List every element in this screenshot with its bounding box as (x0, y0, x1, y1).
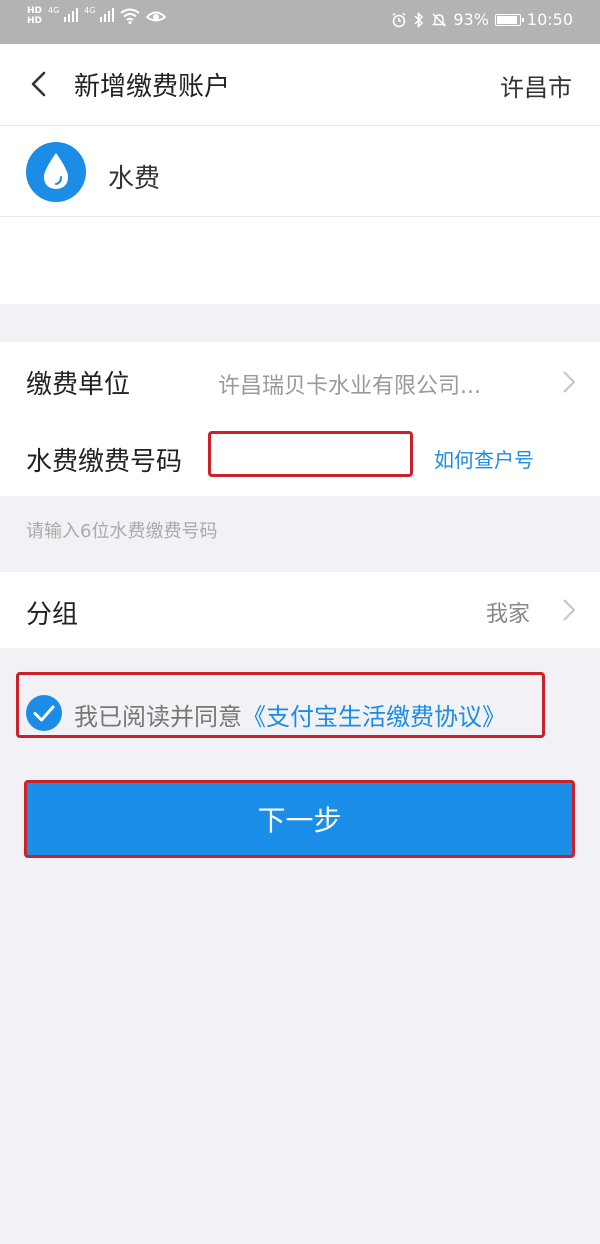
back-icon[interactable] (26, 70, 54, 98)
account-number-input[interactable] (208, 431, 413, 477)
number-label: 水费缴费号码 (26, 447, 183, 477)
next-button[interactable]: 下一步 (24, 780, 575, 858)
clock: 10:50 (526, 10, 573, 29)
service-name: 水费 (108, 164, 161, 194)
signal-icon-2: 4G (84, 6, 115, 26)
bluetooth-icon (414, 11, 424, 28)
agreement-label: 我已阅读并同意 (74, 703, 242, 731)
wifi-icon (120, 8, 140, 24)
battery-icon (494, 13, 524, 26)
agreement-link[interactable]: 《支付宝生活缴费协议》 (242, 703, 506, 731)
unit-value[interactable]: 许昌瑞贝卡水业有限公司... (218, 368, 481, 400)
how-to-find-account-link[interactable]: 如何查户号 (434, 444, 534, 473)
signal-icon-1: 4G (48, 6, 79, 26)
chevron-right-icon[interactable] (562, 370, 576, 394)
payment-form: 缴费单位 许昌瑞贝卡水业有限公司... 水费缴费号码 如何查户号 (0, 342, 600, 496)
hd-icon: HD HD (27, 6, 43, 26)
group-value: 我家 (486, 602, 531, 627)
battery-percent: 93% (453, 10, 489, 29)
status-right: 93% 10:50 (391, 10, 573, 29)
mute-icon (432, 12, 447, 27)
service-header: 水费 (0, 126, 600, 304)
eye-icon (146, 11, 167, 22)
agreement-text: 我已阅读并同意《支付宝生活缴费协议》 (74, 697, 506, 732)
city-selector[interactable]: 许昌市 (500, 68, 572, 103)
water-drop-icon (26, 142, 86, 202)
divider (0, 216, 600, 217)
status-bar: HD HD 4G 4G 93% 10:50 (0, 0, 600, 44)
status-left: HD HD 4G 4G (27, 6, 167, 26)
unit-label: 缴费单位 (26, 370, 131, 400)
group-row[interactable]: 分组 我家 (0, 572, 600, 648)
chevron-right-icon (563, 599, 576, 621)
nav-bar: 新增缴费账户 许昌市 (0, 44, 600, 126)
group-label: 分组 (26, 600, 79, 630)
page-title: 新增缴费账户 (74, 72, 231, 102)
alarm-icon (392, 12, 406, 27)
checkbox-checked-icon[interactable] (26, 695, 62, 731)
input-hint: 请输入6位水费缴费号码 (26, 521, 218, 542)
